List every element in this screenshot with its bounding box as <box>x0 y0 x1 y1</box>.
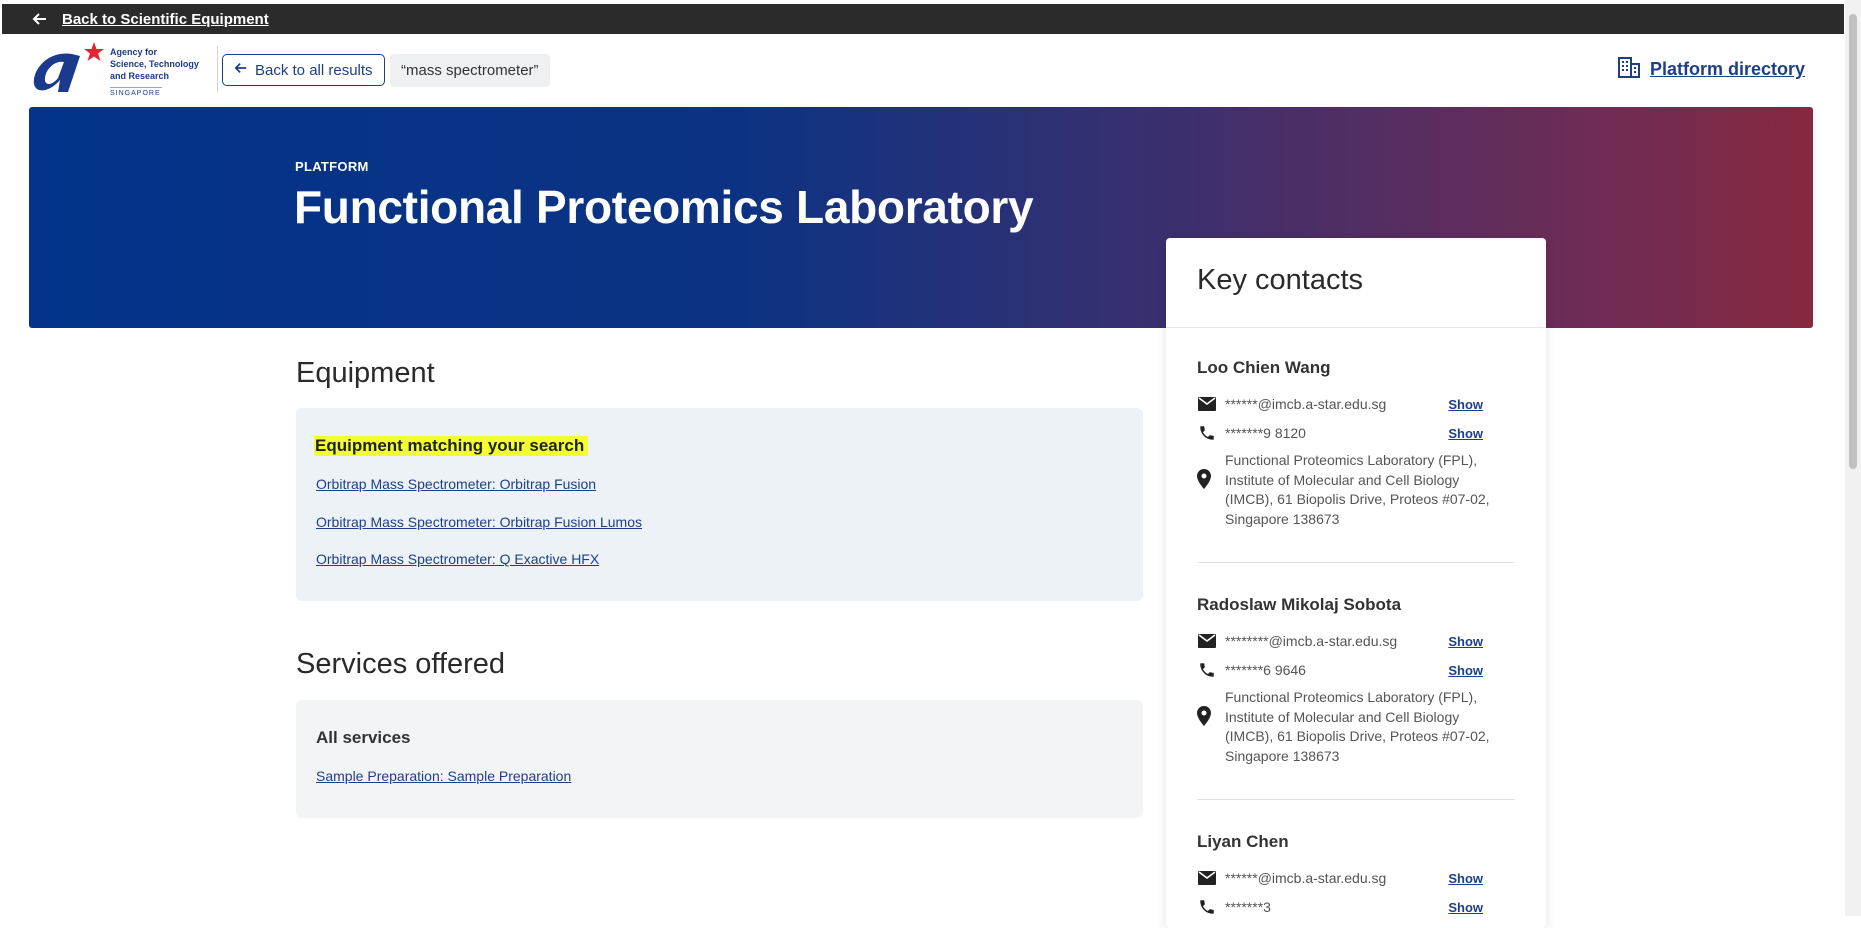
show-email-button[interactable]: Show <box>1448 397 1483 412</box>
arrow-left-icon <box>234 61 248 79</box>
location-pin-icon <box>1197 469 1217 529</box>
logo-country: SINGAPORE <box>110 87 162 97</box>
equipment-link[interactable]: Orbitrap Mass Spectrometer: Orbitrap Fus… <box>316 514 642 530</box>
contact-email: ********@imcb.a-star.edu.sg <box>1225 633 1398 649</box>
top-bar: Back to Scientific Equipment <box>2 4 1844 34</box>
phone-icon <box>1197 660 1217 680</box>
hero-kicker: PLATFORM <box>295 159 369 174</box>
astar-logo-mark <box>33 42 104 92</box>
contact-phone: *******3 <box>1225 899 1271 915</box>
show-phone-button[interactable]: Show <box>1448 900 1483 915</box>
header-divider <box>217 46 218 92</box>
services-subheading: All services <box>316 728 411 747</box>
key-contacts-heading: Key contacts <box>1197 264 1364 296</box>
equipment-match-heading: Equipment matching your search <box>314 436 589 456</box>
logo-tagline: Agency for Science, Technology and Resea… <box>110 47 199 81</box>
contact-divider <box>1197 799 1515 800</box>
mail-icon <box>1197 868 1217 888</box>
key-contacts-header: Key contacts <box>1166 238 1546 328</box>
page-scrollbar-thumb[interactable] <box>1849 14 1857 469</box>
equipment-link[interactable]: Orbitrap Mass Spectrometer: Q Exactive H… <box>316 551 599 567</box>
location-pin-icon <box>1197 706 1217 766</box>
services-panel: All services Sample Preparation: Sample … <box>296 700 1143 818</box>
services-heading: Services offered <box>296 648 506 680</box>
service-link[interactable]: Sample Preparation: Sample Preparation <box>316 768 571 784</box>
key-contacts-card: Key contacts Loo Chien Wang ******@imcb.… <box>1166 238 1546 928</box>
phone-icon <box>1197 423 1217 443</box>
contact-address: Functional Proteomics Laboratory (FPL), … <box>1225 452 1490 527</box>
contact-email: ******@imcb.a-star.edu.sg <box>1225 870 1387 886</box>
equipment-link[interactable]: Orbitrap Mass Spectrometer: Orbitrap Fus… <box>316 476 596 492</box>
contact-phone: *******6 9646 <box>1225 662 1306 678</box>
contact-entry: Liyan Chen ******@imcb.a-star.edu.sg Sho… <box>1197 832 1515 915</box>
contact-email: ******@imcb.a-star.edu.sg <box>1225 396 1387 412</box>
mail-icon <box>1197 394 1217 414</box>
contact-entry: Loo Chien Wang ******@imcb.a-star.edu.sg… <box>1197 358 1515 527</box>
contact-name: Loo Chien Wang <box>1197 358 1331 377</box>
back-to-all-results-label: Back to all results <box>255 61 373 79</box>
arrow-left-icon <box>32 10 50 28</box>
search-term-chip: “mass spectrometer” <box>390 54 550 87</box>
mail-icon <box>1197 631 1217 651</box>
show-email-button[interactable]: Show <box>1448 634 1483 649</box>
contact-address: Functional Proteomics Laboratory (FPL), … <box>1225 689 1490 764</box>
equipment-heading: Equipment <box>296 357 435 389</box>
back-to-all-results-button[interactable]: Back to all results <box>222 54 385 86</box>
show-phone-button[interactable]: Show <box>1448 426 1483 441</box>
platform-directory-link[interactable]: Platform directory <box>1618 56 1805 83</box>
astar-logo[interactable]: Agency for Science, Technology and Resea… <box>28 40 208 98</box>
phone-icon <box>1197 897 1217 917</box>
contact-name: Liyan Chen <box>1197 832 1289 851</box>
contact-name: Radoslaw Mikolaj Sobota <box>1197 595 1402 614</box>
platform-directory-label: Platform directory <box>1650 59 1806 79</box>
back-to-scientific-equipment-link[interactable]: Back to Scientific Equipment <box>62 11 269 28</box>
building-icon <box>1618 56 1640 83</box>
show-email-button[interactable]: Show <box>1448 871 1483 886</box>
show-phone-button[interactable]: Show <box>1448 663 1483 678</box>
page-title: Functional Proteomics Laboratory <box>294 181 1034 233</box>
contact-phone: *******9 8120 <box>1225 425 1306 441</box>
contact-entry: Radoslaw Mikolaj Sobota ********@imcb.a-… <box>1197 595 1515 764</box>
equipment-match-panel: Equipment matching your search Orbitrap … <box>296 408 1143 601</box>
contact-divider <box>1197 562 1515 563</box>
